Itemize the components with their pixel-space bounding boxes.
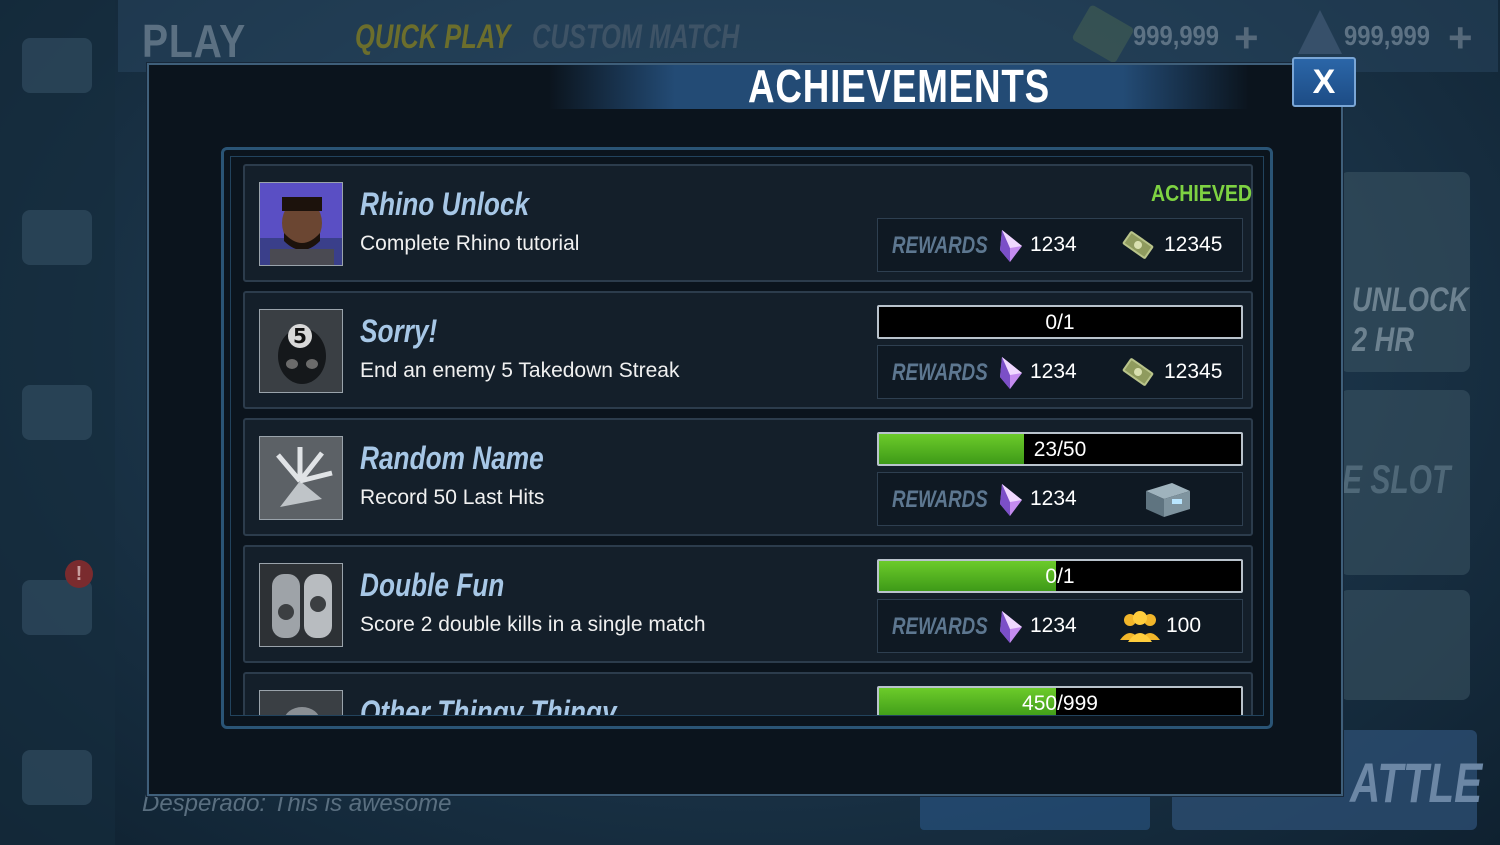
cash-amount: 999,999 bbox=[1133, 20, 1220, 51]
progress-bar: 450/999 bbox=[877, 686, 1243, 715]
rewards-panel: REWARDS 1234 bbox=[877, 472, 1243, 526]
gem-icon bbox=[1000, 357, 1022, 389]
modal-title: ACHIEVEMENTS bbox=[748, 60, 1050, 112]
achievement-row[interactable]: Other Thingy Thingy 450/999 bbox=[243, 672, 1253, 716]
close-button[interactable]: X bbox=[1292, 57, 1356, 107]
achievement-description: End an enemy 5 Takedown Streak bbox=[360, 359, 680, 382]
gem-reward-value: 1234 bbox=[1030, 487, 1077, 510]
cash-icon bbox=[1122, 231, 1154, 259]
rewards-panel: REWARDS 1234 12345 bbox=[877, 345, 1243, 399]
rewards-panel: REWARDS 1234 12345 bbox=[877, 218, 1243, 272]
alert-badge: ! bbox=[65, 560, 93, 588]
achievement-title: Other Thingy Thingy bbox=[360, 694, 617, 716]
progress-bar: 0/1 bbox=[877, 305, 1243, 339]
progress-bar: 0/1 bbox=[877, 559, 1243, 593]
gem-icon bbox=[1000, 611, 1022, 643]
achievement-list-frame: Rhino Unlock Complete Rhino tutorial ACH… bbox=[221, 147, 1273, 729]
rewards-label: REWARDS bbox=[892, 232, 988, 259]
achievement-description: Record 50 Last Hits bbox=[360, 486, 545, 509]
crate-icon bbox=[1146, 483, 1190, 517]
gem-reward-value: 1234 bbox=[1030, 233, 1077, 256]
cash-reward-value: 12345 bbox=[1164, 360, 1223, 383]
level-up-icon[interactable] bbox=[22, 210, 92, 265]
battle-label: ATTLE bbox=[1350, 751, 1483, 814]
rewards-label: REWARDS bbox=[892, 359, 988, 386]
dog-tags bbox=[259, 563, 343, 647]
modal-header: ACHIEVEMENTS bbox=[549, 60, 1249, 112]
gem-icon bbox=[1000, 230, 1022, 262]
rewards-label: REWARDS bbox=[892, 486, 988, 513]
gem-icon bbox=[1298, 10, 1342, 54]
shop-cart-icon[interactable] bbox=[22, 385, 92, 440]
achievement-row[interactable]: Rhino Unlock Complete Rhino tutorial ACH… bbox=[243, 164, 1253, 282]
progress-text: 23/50 bbox=[1033, 438, 1087, 461]
add-gems-button[interactable]: + bbox=[1448, 14, 1473, 62]
achievement-row[interactable]: Random Name Record 50 Last Hits 23/50 RE… bbox=[243, 418, 1253, 536]
rewards-label: REWARDS bbox=[892, 613, 988, 640]
progress-text: 0/1 bbox=[1045, 311, 1075, 334]
achievement-title: Sorry! bbox=[360, 313, 438, 349]
gem-reward-value: 1234 bbox=[1030, 360, 1077, 383]
skull-five-badge: 5 bbox=[259, 309, 343, 393]
play-title: PLAY bbox=[142, 15, 247, 67]
progress-text: 450/999 bbox=[1022, 692, 1098, 715]
achievement-row[interactable]: Double Fun Score 2 double kills in a sin… bbox=[243, 545, 1253, 663]
weapons-icon[interactable] bbox=[22, 38, 92, 93]
rewards-panel: REWARDS 1234 100 bbox=[877, 599, 1243, 653]
unlock-label: UNLOCK 2 HR bbox=[1352, 281, 1469, 359]
team-reward-value: 100 bbox=[1166, 614, 1202, 637]
slot-label: E SLOT bbox=[1342, 458, 1451, 502]
status-badge: ACHIEVED bbox=[1151, 180, 1253, 206]
achievement-description: Score 2 double kills in a single match bbox=[360, 613, 706, 636]
crate-card-2[interactable] bbox=[1340, 590, 1470, 700]
tab-quick-play[interactable]: QUICK PLAY bbox=[355, 18, 510, 57]
progress-text: 0/1 bbox=[1045, 565, 1075, 588]
achievement-description: Complete Rhino tutorial bbox=[360, 232, 580, 255]
add-cash-button[interactable]: + bbox=[1234, 14, 1259, 62]
claw-hand bbox=[259, 436, 343, 520]
profile-icon[interactable] bbox=[22, 750, 92, 805]
tab-custom-match[interactable]: CUSTOM MATCH bbox=[532, 18, 739, 57]
svg-text:5: 5 bbox=[293, 324, 307, 348]
gem-icon bbox=[1000, 484, 1022, 516]
achievements-modal: ACHIEVEMENTS X Rhino Unlock Complete Rhi… bbox=[147, 57, 1356, 796]
achievement-row[interactable]: 5 Sorry! End an enemy 5 Takedown Streak … bbox=[243, 291, 1253, 409]
progress-bar: 23/50 bbox=[877, 432, 1243, 466]
achievement-title: Random Name bbox=[360, 440, 544, 476]
achievement-list[interactable]: Rhino Unlock Complete Rhino tutorial ACH… bbox=[230, 156, 1264, 716]
generic-portrait bbox=[259, 690, 343, 715]
achievement-title: Rhino Unlock bbox=[360, 186, 530, 222]
cash-reward-value: 12345 bbox=[1164, 233, 1223, 256]
cash-icon bbox=[1122, 358, 1154, 386]
shield-icon[interactable] bbox=[22, 580, 92, 635]
achievement-title: Double Fun bbox=[360, 567, 505, 603]
rhino-portrait bbox=[259, 182, 343, 266]
gem-amount: 999,999 bbox=[1344, 20, 1431, 51]
gem-reward-value: 1234 bbox=[1030, 614, 1077, 637]
team-icon bbox=[1120, 611, 1160, 642]
